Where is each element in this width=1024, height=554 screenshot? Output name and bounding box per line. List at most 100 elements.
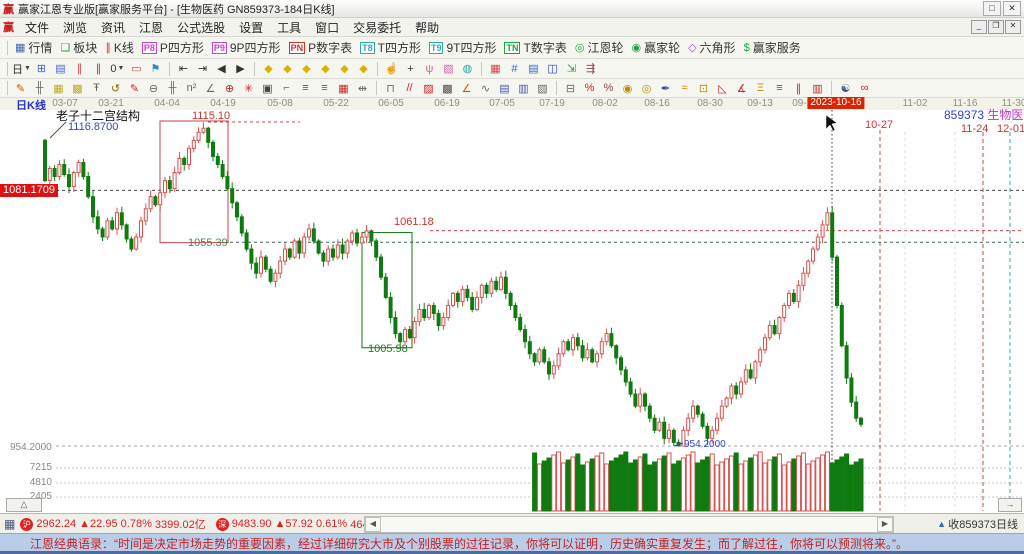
hexagon-button[interactable]: ◇ 六角形	[684, 39, 739, 56]
menu-item-settings[interactable]: 设置	[232, 19, 270, 36]
infinity-icon[interactable]: ∞	[856, 80, 873, 96]
ellipse-tool[interactable]: ⊖	[145, 80, 162, 96]
mdi-restore-button[interactable]: ❐	[988, 20, 1004, 34]
blue-grid2-tool[interactable]: ▥	[515, 80, 532, 96]
star-burst-tool[interactable]: ✳	[240, 80, 257, 96]
export-icon[interactable]: ⇲	[563, 61, 580, 77]
zoom-diamond-6[interactable]: ◆	[355, 61, 372, 77]
gann-grid-tool[interactable]: ▦	[50, 80, 67, 96]
ink-pen-tool[interactable]: ✒	[657, 80, 674, 96]
level-tool[interactable]: ≈	[676, 80, 693, 96]
scroll-right-arrow[interactable]: ▶	[877, 517, 893, 532]
period-day-dropdown[interactable]: 日 ▼	[12, 61, 31, 77]
crosshair-tool[interactable]: +	[402, 61, 419, 77]
mini-kline-icon[interactable]: ∥	[71, 61, 88, 77]
frame-tool[interactable]: ⊓	[382, 80, 399, 96]
menu-item-news[interactable]: 资讯	[94, 19, 132, 36]
hand-drag-tool[interactable]: ☝	[383, 61, 400, 77]
menu-item-file[interactable]: 文件	[18, 19, 56, 36]
menu-item-tools[interactable]: 工具	[270, 19, 308, 36]
zoom-diamond-4[interactable]: ◆	[317, 61, 334, 77]
price-ladder-tool[interactable]: ≡	[297, 80, 314, 96]
p9-square-button[interactable]: P9 9P四方形	[208, 39, 285, 56]
cycle-lines-tool[interactable]: ╫	[31, 80, 48, 96]
fan-percent-tool[interactable]: Ξ	[752, 80, 769, 96]
p-number-table-button[interactable]: PN P数字表	[285, 39, 357, 56]
box-channel-tool[interactable]: ▥	[809, 80, 826, 96]
menu-item-formula-picker[interactable]: 公式选股	[170, 19, 232, 36]
price-ladder2-tool[interactable]: ≡	[316, 80, 333, 96]
menu-item-help[interactable]: 帮助	[408, 19, 446, 36]
menu-item-gann[interactable]: 江恩	[132, 19, 170, 36]
keyboard-icon[interactable]: ▦	[4, 517, 15, 531]
arrow-pen-tool[interactable]: ✎	[126, 80, 143, 96]
zoom-diamond-2[interactable]: ◆	[279, 61, 296, 77]
calendar-icon[interactable]: ▦	[487, 61, 504, 77]
kline-button[interactable]: ∥ K线	[101, 39, 138, 56]
trend-bands-tool[interactable]: ≡	[771, 80, 788, 96]
blue-grid-tool[interactable]: ▤	[496, 80, 513, 96]
yinyang-icon[interactable]: ☯	[837, 80, 854, 96]
n-square-tool[interactable]: n²	[183, 80, 200, 96]
web-tool[interactable]: ◍	[459, 61, 476, 77]
calculator-icon[interactable]: #	[506, 61, 523, 77]
menu-item-window[interactable]: 窗口	[308, 19, 346, 36]
market-quotes-button[interactable]: ▦ 行情	[11, 39, 56, 56]
spiral-tool[interactable]: ↺	[107, 80, 124, 96]
pane-scroll-right-button[interactable]: →	[998, 498, 1022, 512]
width-arrows-tool[interactable]: ⇹	[354, 80, 371, 96]
nav-last-button[interactable]: ⇥	[194, 61, 211, 77]
nav-next-button[interactable]: ▶	[232, 61, 249, 77]
j-angle-tool[interactable]: ◺	[714, 80, 731, 96]
fan-rays-tool[interactable]: //	[401, 80, 418, 96]
percent-tool[interactable]: %	[581, 80, 598, 96]
red-grid-tool[interactable]: ▦	[335, 80, 352, 96]
paint-grid-tool[interactable]: ▨	[420, 80, 437, 96]
horizontal-scrollbar[interactable]: ◀ ▶	[364, 516, 894, 533]
fib-lines-tool[interactable]: ╫	[164, 80, 181, 96]
pick-tool[interactable]: ψ	[421, 61, 438, 77]
wave-tool[interactable]: ∿	[477, 80, 494, 96]
shadow-grid-tool[interactable]: ▩	[439, 80, 456, 96]
transfer-icon[interactable]: ⇶	[582, 61, 599, 77]
kline-chart[interactable]	[0, 110, 1024, 513]
kline-frame-icon[interactable]: ▭	[128, 61, 145, 77]
window-close-button[interactable]: ✕	[1003, 1, 1021, 16]
sectors-button[interactable]: ❏ 板块	[56, 39, 101, 56]
winner-wheel-button[interactable]: ◉ 赢家轮	[627, 39, 684, 56]
stats-tool[interactable]: ⊟	[562, 80, 579, 96]
zoom-diamond-1[interactable]: ◆	[260, 61, 277, 77]
mdi-close-button[interactable]: ✕	[1005, 20, 1021, 34]
dark-box-tool[interactable]: ▣	[259, 80, 276, 96]
time-ruler-tool[interactable]: Ŧ	[88, 80, 105, 96]
angle-pen-tool[interactable]: ∠	[458, 80, 475, 96]
pane-collapse-button[interactable]: △	[6, 498, 42, 512]
mdi-minimize-button[interactable]: _	[971, 20, 987, 34]
gann-target-tool[interactable]: ⊕	[221, 80, 238, 96]
corner-tool[interactable]: ⌐	[278, 80, 295, 96]
pen-tool[interactable]: ✎	[12, 80, 29, 96]
p-square-button[interactable]: P8 P四方形	[138, 39, 208, 56]
percent-lines-tool[interactable]: %	[600, 80, 617, 96]
t-number-table-button[interactable]: TN T数字表	[500, 39, 570, 56]
info-panel-icon[interactable]: ▤	[52, 61, 69, 77]
mask-tool[interactable]: ▧	[440, 61, 457, 77]
chart-area[interactable]: 江恩工具软件 QQ:100800360 聊吧 老子十二宫结构 1116.8700…	[0, 108, 1024, 554]
menu-item-trade[interactable]: 交易委托	[346, 19, 408, 36]
t-square-button[interactable]: T8 T四方形	[356, 39, 425, 56]
overlay-dropdown[interactable]: 0 ▼	[109, 61, 126, 77]
menu-item-browse[interactable]: 浏览	[56, 19, 94, 36]
color-flag-icon[interactable]: ⚑	[147, 61, 164, 77]
golden-line-tool[interactable]: ◎	[638, 80, 655, 96]
notes-icon[interactable]: ▤	[525, 61, 542, 77]
save-icon[interactable]: ◫	[544, 61, 561, 77]
golden-circle-tool[interactable]: ◉	[619, 80, 636, 96]
gold-box-tool[interactable]: ⊡	[695, 80, 712, 96]
nav-prev-button[interactable]: ◀	[213, 61, 230, 77]
gann-wheel-button[interactable]: ◎ 江恩轮	[571, 39, 628, 56]
f-angle-tool[interactable]: ∡	[733, 80, 750, 96]
angle-ruler-tool[interactable]: ∠	[202, 80, 219, 96]
window-split-icon[interactable]: ⊞	[33, 61, 50, 77]
mini-kline2-icon[interactable]: ∥	[90, 61, 107, 77]
window-restore-button[interactable]: □	[983, 1, 1001, 16]
